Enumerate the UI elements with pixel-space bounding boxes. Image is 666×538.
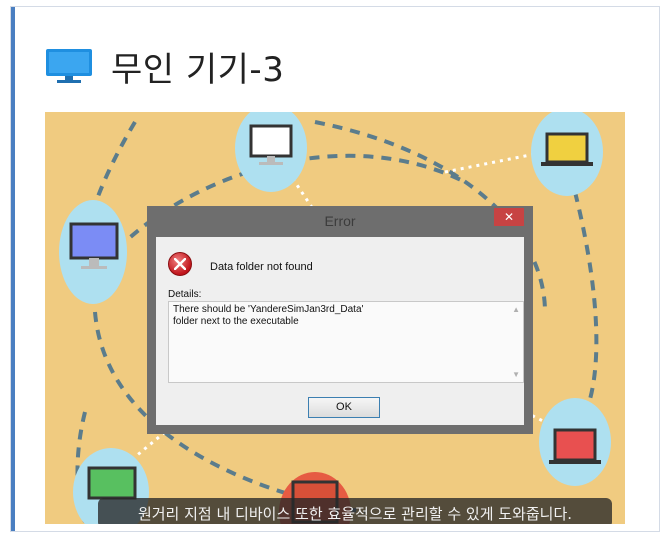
error-icon — [168, 252, 192, 276]
dialog-titlebar[interactable]: Error ✕ — [153, 208, 527, 236]
card-accent-bar — [11, 7, 15, 531]
details-textbox[interactable]: There should be 'YandereSimJan3rd_Data' … — [168, 301, 524, 383]
error-message: Data folder not found — [210, 261, 313, 273]
details-text: There should be 'YandereSimJan3rd_Data' … — [173, 304, 503, 328]
slide-header: 무인 기기-3 — [45, 41, 284, 91]
details-line: There should be 'YandereSimJan3rd_Data' — [173, 304, 364, 315]
dialog-body: Data folder not found Details: There sho… — [156, 237, 524, 425]
page-title: 무인 기기-3 — [111, 49, 285, 90]
details-line: folder next to the executable — [173, 316, 299, 327]
details-label: Details: — [168, 289, 202, 300]
scroll-up-icon[interactable]: ▲ — [512, 305, 520, 314]
video-subtitle: 원거리 지점 내 디바이스 또한 효율적으로 관리할 수 있게 도와줍니다. — [137, 505, 573, 523]
error-dialog: Error ✕ Data folder not found Details: T… — [147, 206, 533, 434]
monitor-icon — [45, 47, 93, 85]
dialog-title: Error — [324, 213, 356, 229]
video-subtitle-bar: 원거리 지점 내 디바이스 또한 효율적으로 관리할 수 있게 도와줍니다. — [98, 498, 612, 524]
ok-button[interactable]: OK — [308, 397, 380, 418]
scroll-down-icon[interactable]: ▼ — [512, 370, 520, 379]
close-button[interactable]: ✕ — [494, 208, 524, 226]
